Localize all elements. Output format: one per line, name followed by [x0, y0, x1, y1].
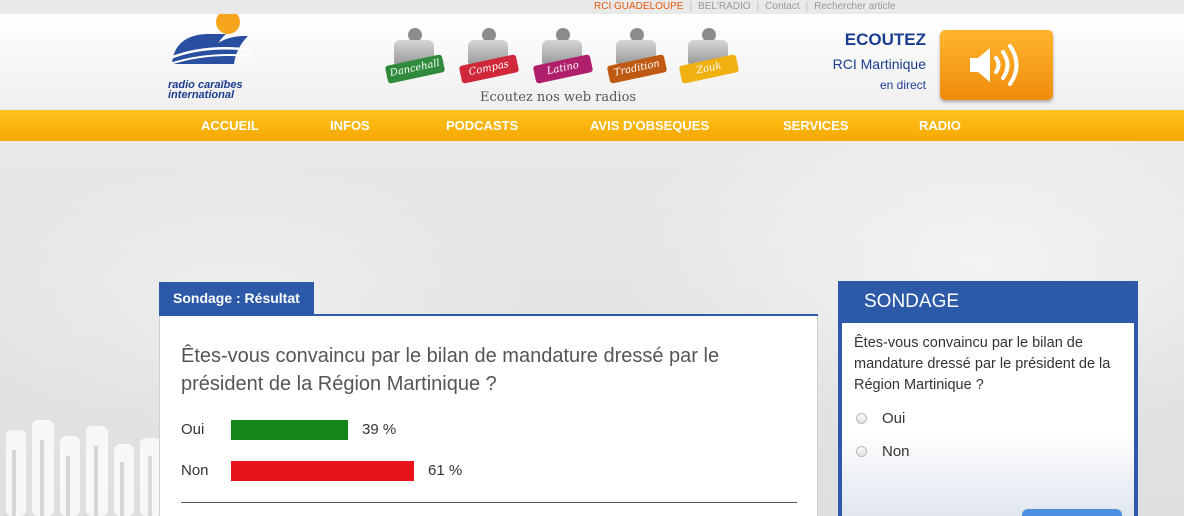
result-label: Oui: [181, 421, 205, 438]
link-belradio[interactable]: BEL'RADIO: [698, 1, 750, 12]
nav-avis-obseques[interactable]: AVIS D'OBSEQUES: [590, 110, 709, 141]
result-tab: Sondage : Résultat: [159, 282, 314, 315]
web-radio-zouk[interactable]: Zouk: [678, 26, 740, 88]
poll-title: SONDAGE: [864, 291, 960, 312]
poll-option-oui[interactable]: Oui: [854, 409, 1054, 429]
listen-station: RCI Martinique: [832, 56, 926, 72]
separator: |: [689, 1, 693, 12]
poll-body: Êtes-vous convaincu par le bilan de mand…: [842, 323, 1134, 516]
link-rci-guadeloupe[interactable]: RCI GUADELOUPE: [594, 1, 683, 12]
poll-option-label[interactable]: Non: [882, 442, 910, 462]
nav-podcasts[interactable]: PODCASTS: [446, 110, 518, 141]
separator: |: [756, 1, 760, 12]
logo-text: radio caraïbes international: [168, 80, 258, 101]
web-radio-dancehall[interactable]: Dancehall: [384, 26, 446, 88]
main-nav: ACCUEIL INFOS PODCASTS AVIS D'OBSEQUES S…: [0, 110, 1184, 141]
result-row-non: Non 61 %: [181, 461, 781, 481]
logo-line-2: international: [168, 89, 235, 101]
result-percent: 39 %: [362, 421, 397, 438]
background-pillars-image: [6, 420, 162, 516]
header: radio caraïbes international Dancehall C…: [0, 14, 1184, 110]
result-question: Êtes-vous convaincu par le bilan de mand…: [181, 345, 720, 395]
result-bar-oui: [231, 420, 348, 440]
nav-infos[interactable]: INFOS: [330, 110, 370, 141]
listen-status: en direct: [879, 78, 926, 92]
web-radios-caption: Ecoutez nos web radios: [480, 90, 637, 105]
result-label: Non: [181, 462, 209, 479]
radio-button[interactable]: [856, 446, 867, 457]
separator: |: [805, 1, 809, 12]
nav-services[interactable]: SERVICES: [783, 110, 849, 141]
listen-title: ECOUTEZ: [844, 30, 926, 49]
divider: [181, 502, 797, 503]
web-radio-latino[interactable]: Latino: [532, 26, 594, 88]
web-radios: Dancehall Compas Latino Tradition Zouk: [380, 22, 740, 92]
result-panel: Êtes-vous convaincu par le bilan de mand…: [159, 316, 818, 516]
result-row-oui: Oui 39 %: [181, 420, 781, 440]
poll-question: Êtes-vous convaincu par le bilan de mand…: [854, 335, 1111, 393]
top-links: RCI GUADELOUPE | BEL'RADIO | Contact | Recherc…: [594, 0, 895, 14]
result-percent: 61 %: [428, 462, 463, 479]
result-bar-non: [231, 461, 414, 481]
poll-option-label[interactable]: Oui: [882, 409, 905, 429]
speaker-icon: [970, 44, 1019, 86]
radio-button[interactable]: [856, 413, 867, 424]
web-radio-tradition[interactable]: Tradition: [606, 26, 668, 88]
listen-live-button[interactable]: [940, 30, 1053, 100]
listen-live-text: ECOUTEZ RCI Martinique en direct: [833, 30, 926, 92]
link-search-article[interactable]: Rechercher article: [814, 1, 895, 12]
poll-option-non[interactable]: Non: [854, 442, 1054, 462]
web-radio-compas[interactable]: Compas: [458, 26, 520, 88]
nav-radio[interactable]: RADIO: [919, 110, 961, 141]
nav-accueil[interactable]: ACCUEIL: [201, 110, 259, 141]
poll-widget: SONDAGE Êtes-vous convaincu par le bilan…: [838, 281, 1138, 516]
vote-button[interactable]: [1022, 509, 1122, 516]
link-contact[interactable]: Contact: [765, 1, 799, 12]
